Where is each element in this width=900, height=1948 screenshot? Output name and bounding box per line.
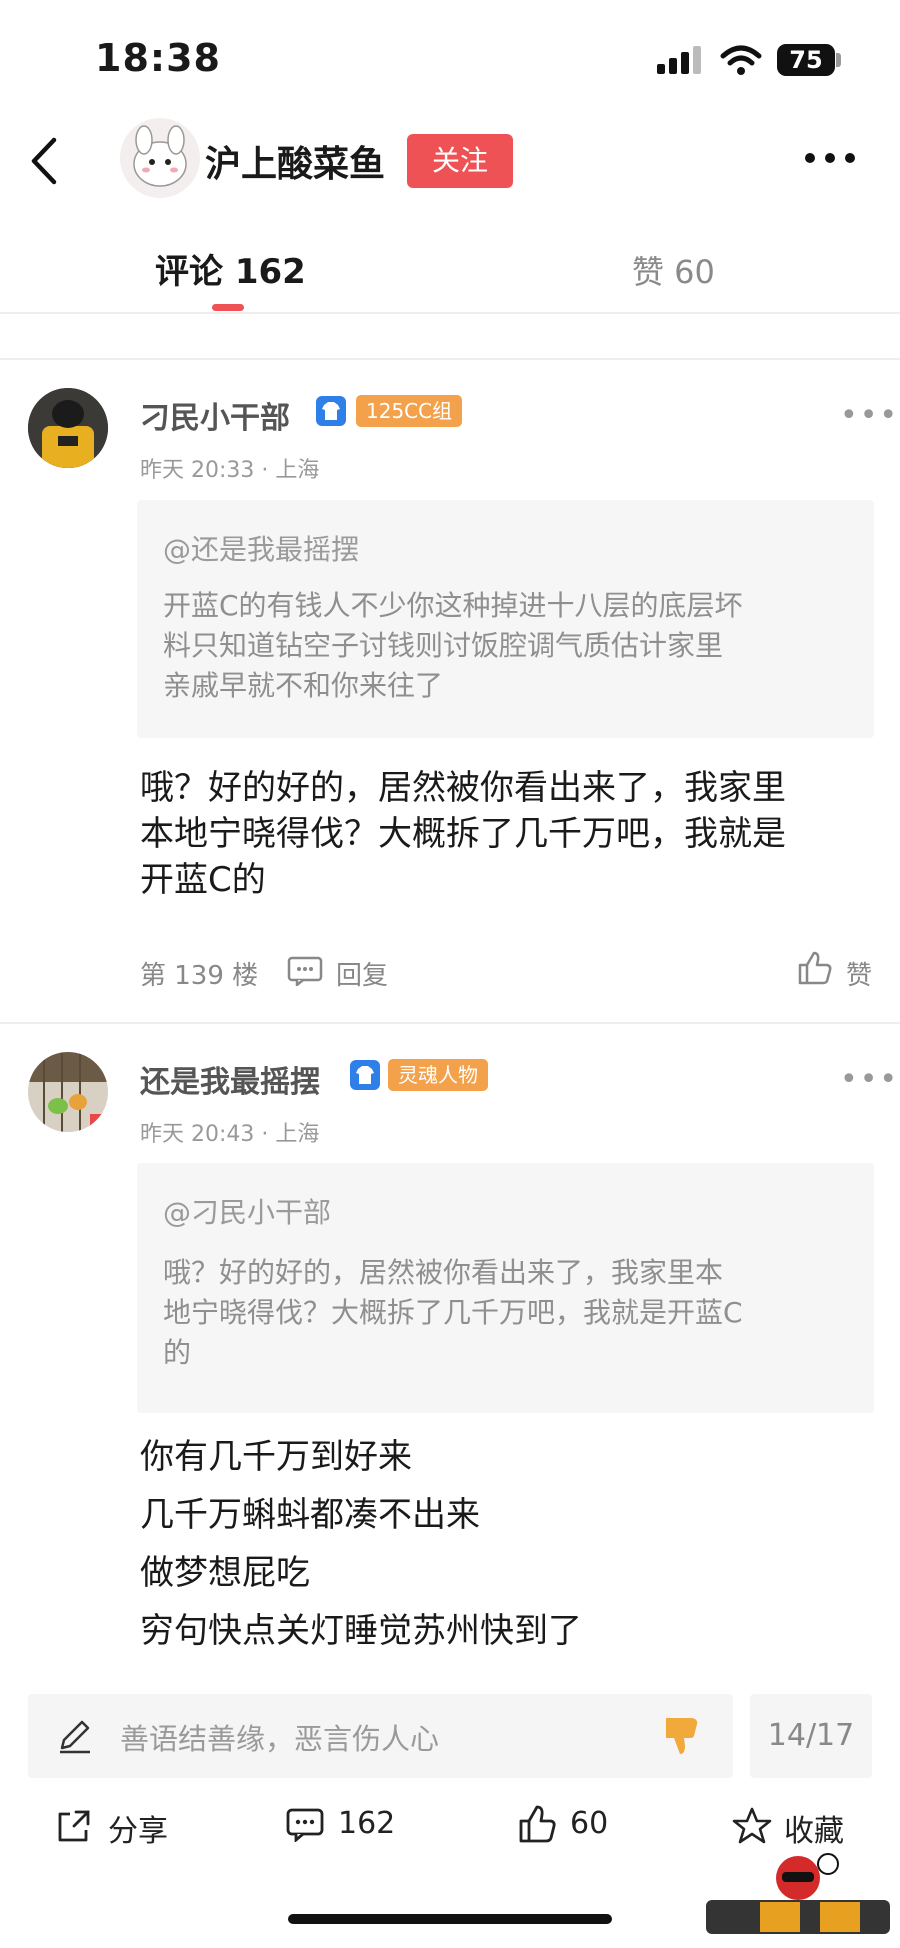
comment-meta: 昨天 20:33 · 上海 xyxy=(140,458,320,483)
home-indicator xyxy=(288,1914,612,1924)
comments-icon[interactable] xyxy=(286,1808,324,1842)
page-indicator[interactable]: 14/17 xyxy=(750,1694,872,1778)
cellular-signal-icon xyxy=(657,46,701,74)
tab-likes[interactable]: 赞 60 xyxy=(632,247,715,293)
previous-comment-footer xyxy=(0,314,900,326)
share-icon[interactable] xyxy=(56,1808,92,1844)
comment-divider xyxy=(0,358,900,360)
like-button[interactable]: 赞 xyxy=(846,955,872,992)
star-icon[interactable] xyxy=(732,1806,772,1844)
commenter-avatar[interactable] xyxy=(28,388,108,468)
vip-shirt-icon xyxy=(350,1060,380,1090)
author-avatar[interactable] xyxy=(120,118,200,198)
quoted-text: 哦？好的好的，居然被你看出来了，我家里本 地宁晓得伐？大概拆了几千万吧，我就是开… xyxy=(163,1256,743,1369)
battery-icon: 75 xyxy=(777,44,835,76)
quoted-comment: @刁民小干部 哦？好的好的，居然被你看出来了，我家里本 地宁晓得伐？大概拆了几千… xyxy=(137,1163,874,1413)
comment-input[interactable]: 善语结善缘，恶言伤人心 xyxy=(28,1694,733,1778)
vip-shirt-icon xyxy=(316,396,346,426)
follow-button[interactable]: 关注 xyxy=(407,134,513,188)
wifi-icon xyxy=(720,45,762,75)
battery-tip xyxy=(836,53,841,67)
like-icon[interactable] xyxy=(518,1804,556,1844)
quoted-text: 开蓝C的有钱人不少你这种掉进十八层的底层坏 料只知道钻空子讨钱则讨饭腔调气质估计… xyxy=(163,589,743,702)
tab-comments[interactable]: 评论 162 xyxy=(155,244,306,293)
like-icon[interactable] xyxy=(797,950,833,986)
reply-icon[interactable] xyxy=(287,956,323,986)
commenter-name[interactable]: 刁民小干部 xyxy=(140,393,290,437)
favorite-button[interactable]: 收藏 xyxy=(784,1806,844,1850)
share-button[interactable]: 分享 xyxy=(108,1806,168,1850)
commenter-avatar[interactable] xyxy=(28,1052,108,1132)
quoted-user[interactable]: @刁民小干部 xyxy=(163,1191,331,1231)
thumbs-down-icon[interactable] xyxy=(662,1714,702,1758)
reply-button[interactable]: 回复 xyxy=(336,955,388,992)
comment-meta: 昨天 20:43 · 上海 xyxy=(140,1122,320,1147)
more-options-icon[interactable] xyxy=(802,150,858,166)
quoted-user[interactable]: @还是我最摇摆 xyxy=(163,528,359,568)
comment-body: 你有几千万到好来 几千万蝌蚪都凑不出来 做梦想屁吃 穷句快点关灯睡觉苏州快到了 xyxy=(140,1437,582,1651)
commenter-name[interactable]: 还是我最摇摆 xyxy=(140,1057,320,1101)
back-icon[interactable] xyxy=(26,136,60,186)
quoted-comment: @还是我最摇摆 开蓝C的有钱人不少你这种掉进十八层的底层坏 料只知道钻空子讨钱则… xyxy=(137,500,874,738)
user-tag: 灵魂人物 xyxy=(388,1059,488,1091)
tab-indicator xyxy=(212,304,244,311)
pencil-icon xyxy=(60,1720,90,1754)
status-time: 18:38 xyxy=(95,36,221,80)
user-tag: 125CC组 xyxy=(356,395,463,427)
likes-count-button[interactable]: 60 xyxy=(570,1806,608,1841)
floor-number: 第 139 楼 xyxy=(140,961,259,991)
comments-count-button[interactable]: 162 xyxy=(338,1806,395,1841)
comment-input-placeholder: 善语结善缘，恶言伤人心 xyxy=(120,1722,440,1756)
comment-more-icon[interactable]: ••• xyxy=(840,398,899,433)
author-name[interactable]: 沪上酸菜鱼 xyxy=(205,135,385,187)
comment-more-icon[interactable]: ••• xyxy=(840,1062,899,1097)
comment-body: 哦？好的好的，居然被你看出来了，我家里 本地宁晓得伐？大概拆了几千万吧，我就是 … xyxy=(140,768,786,900)
comment-divider xyxy=(0,1022,900,1024)
forum-watermark-logo xyxy=(706,1853,890,1934)
